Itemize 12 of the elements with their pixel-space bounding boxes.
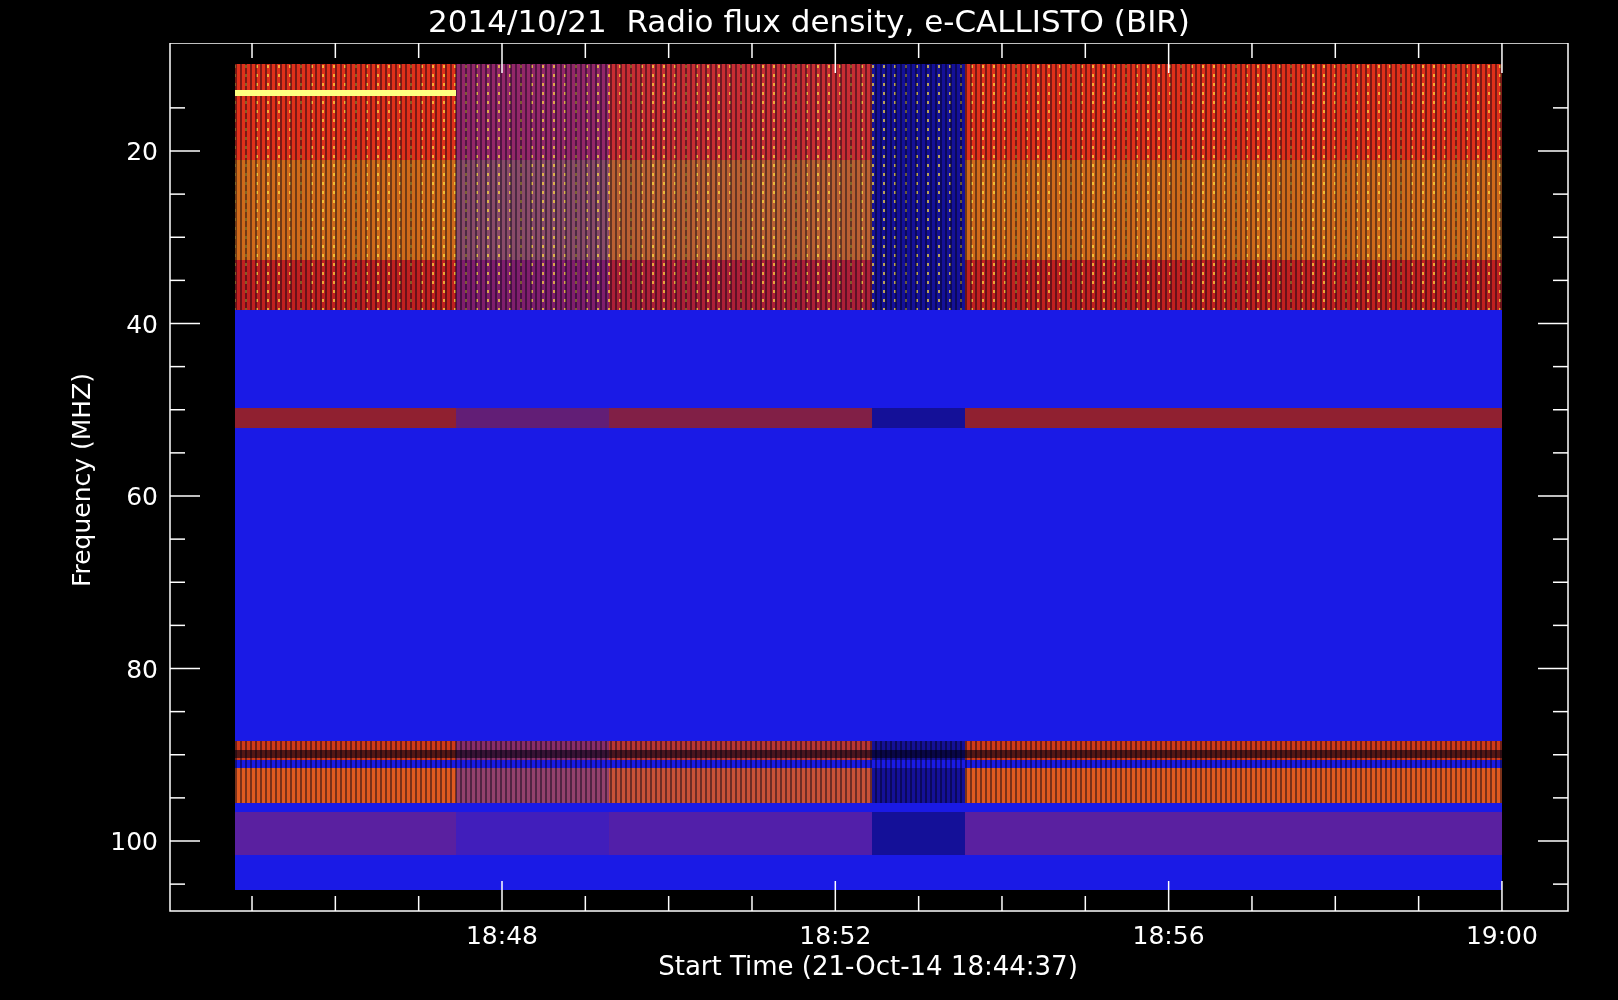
- x-tick-label: 18:52: [799, 921, 872, 950]
- y-tick-label: 40: [126, 309, 158, 339]
- x-tick-label: 19:00: [1465, 921, 1538, 950]
- y-tick-label: 80: [126, 654, 158, 684]
- x-axis-label: Start Time (21-Oct-14 18:44:37): [658, 951, 1078, 981]
- y-tick-label: 20: [126, 137, 158, 166]
- x-tick-label: 18:56: [1132, 921, 1205, 950]
- y-axis-label: Frequency (MHZ): [67, 372, 96, 588]
- chart-title: 2014/10/21 Radio flux density, e-CALLISTO (BIR): [428, 6, 1190, 37]
- y-tick-label: 60: [126, 482, 158, 511]
- x-tick-label: 18:48: [466, 921, 538, 950]
- y-tick-label: 100: [110, 827, 158, 856]
